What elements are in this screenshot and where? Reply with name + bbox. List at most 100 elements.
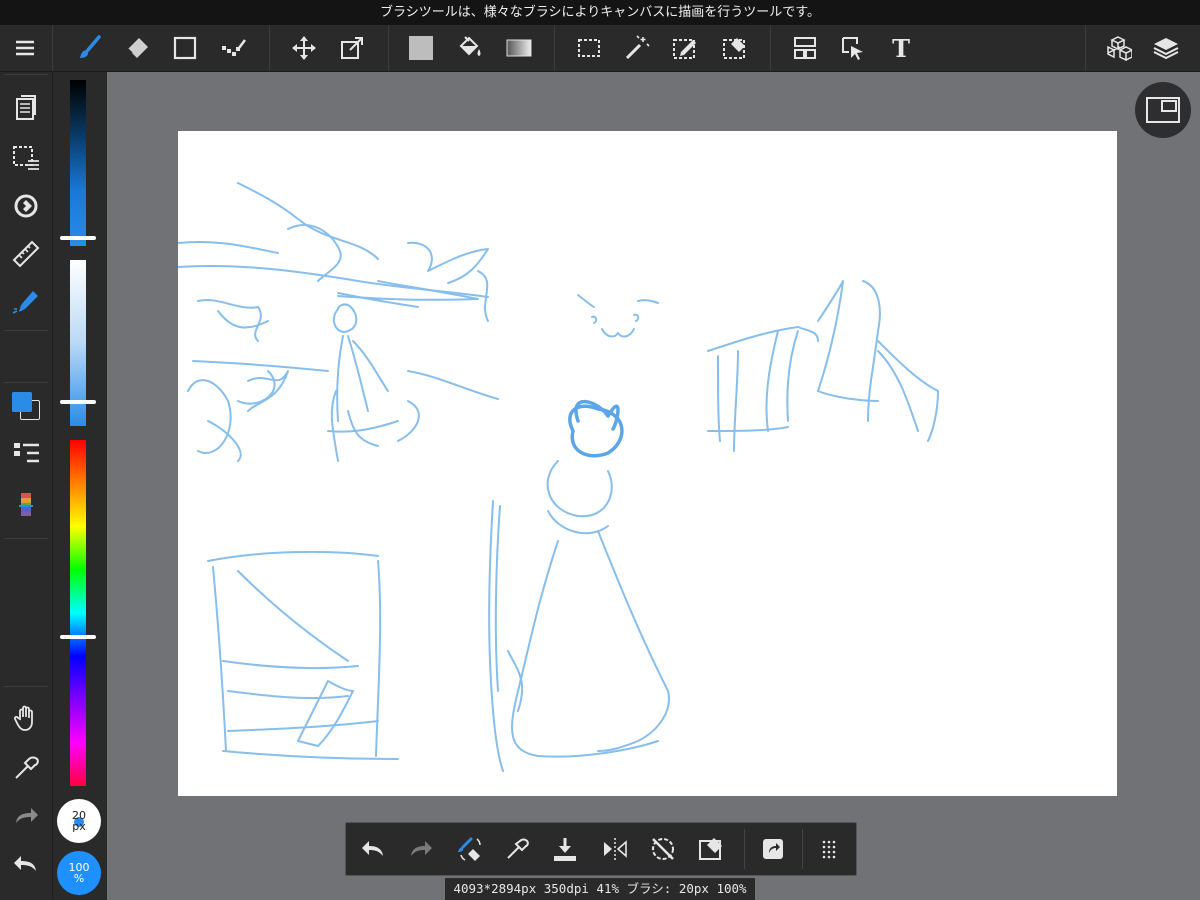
frame-divider-button[interactable] — [782, 25, 828, 71]
snap-icon — [12, 291, 38, 314]
transform-tool-button[interactable] — [329, 25, 375, 71]
quick-redo-button[interactable] — [398, 827, 444, 871]
move-tool-button[interactable] — [281, 25, 327, 71]
eyedropper-icon — [507, 838, 529, 859]
navigator-button[interactable] — [1135, 82, 1191, 138]
brightness-slider[interactable] — [70, 80, 86, 246]
dot-icon — [222, 39, 246, 56]
brush-icon — [80, 35, 101, 58]
bucket-icon — [459, 36, 481, 56]
status-bar: 4093*2894px 350dpi 41% ブラシ: 20px 100% — [445, 878, 755, 900]
hue-slider[interactable] — [70, 440, 86, 786]
3d-icon — [1107, 36, 1132, 62]
select-rect-icon — [578, 39, 600, 57]
redo-button[interactable] — [4, 794, 48, 838]
pages-icon — [16, 95, 36, 120]
frame-divider-icon — [794, 37, 816, 59]
snap-button[interactable] — [4, 280, 48, 324]
quick-save-button[interactable] — [542, 827, 588, 871]
move-icon — [292, 36, 316, 60]
grid-dots-icon — [822, 840, 836, 859]
quick-undo-button[interactable] — [350, 827, 396, 871]
bucket-tool-button[interactable] — [446, 25, 492, 71]
brush-size-label: 20 px — [72, 809, 86, 833]
drawing-canvas[interactable] — [177, 131, 1117, 796]
hue-slider-handle[interactable] — [60, 635, 96, 639]
3d-model-button[interactable] — [1095, 25, 1141, 71]
magic-wand-icon — [625, 35, 650, 60]
eyedropper-button[interactable] — [4, 746, 48, 790]
layers-icon — [1153, 38, 1179, 60]
select-pen-button[interactable] — [662, 25, 708, 71]
ruler-button[interactable] — [4, 232, 48, 276]
palette-list-icon — [14, 443, 39, 463]
layers-button[interactable] — [1143, 25, 1189, 71]
fill-color-button[interactable] — [398, 25, 444, 71]
select-eraser-icon — [723, 38, 745, 59]
brush-size-indicator[interactable]: 20 px — [57, 799, 101, 843]
undo-icon — [14, 856, 36, 871]
quick-eyedropper-button[interactable] — [494, 827, 540, 871]
color-swatch-button[interactable] — [4, 384, 48, 428]
quick-brush-eraser-toggle[interactable] — [446, 827, 492, 871]
rotate-icon — [14, 194, 38, 218]
ruler-icon — [12, 240, 40, 268]
reset-rotation-icon — [652, 838, 674, 860]
page-manager-button[interactable] — [4, 86, 48, 130]
download-icon — [554, 838, 576, 861]
color-slider-panel: 20 px 100 % — [52, 72, 107, 900]
fill-color-icon — [409, 36, 433, 60]
brush-eraser-toggle-icon — [458, 837, 481, 861]
brightness-slider-handle[interactable] — [60, 236, 96, 240]
select-rect-button[interactable] — [566, 25, 612, 71]
magic-wand-button[interactable] — [614, 25, 660, 71]
clear-layer-icon — [699, 838, 722, 860]
color-palette-button[interactable] — [4, 432, 48, 476]
rotate-canvas-button[interactable] — [4, 184, 48, 228]
quick-action-bar — [345, 822, 857, 876]
quick-bar-settings-button[interactable] — [806, 827, 852, 871]
left-sidebar — [0, 72, 52, 900]
flip-horizontal-icon — [604, 838, 627, 860]
brush-opacity-label: 100 % — [68, 861, 90, 885]
text-tool-button[interactable]: T — [878, 25, 924, 71]
rectangle-icon — [173, 36, 197, 60]
color-history-button[interactable] — [4, 482, 48, 526]
color-history-icon — [19, 493, 33, 516]
quick-clear-button[interactable] — [688, 827, 734, 871]
navigator-icon — [1146, 97, 1180, 123]
undo-icon — [362, 841, 383, 856]
brush-tool-button[interactable] — [66, 25, 112, 71]
share-icon — [763, 839, 783, 859]
redo-icon — [411, 841, 432, 856]
menu-icon — [16, 40, 34, 56]
selection-menu-button[interactable] — [4, 136, 48, 180]
quick-export-button[interactable] — [750, 827, 796, 871]
eyedropper-icon — [15, 756, 39, 779]
quick-reset-rotation-button[interactable] — [640, 827, 686, 871]
gradient-icon — [506, 39, 532, 57]
top-toolbar: T — [0, 25, 1200, 72]
gradient-tool-button[interactable] — [496, 25, 542, 71]
select-pen-icon — [673, 39, 696, 59]
hand-tool-button[interactable] — [4, 696, 48, 740]
menu-button[interactable] — [2, 25, 48, 71]
transform-icon — [341, 37, 363, 59]
operation-tool-button[interactable] — [830, 25, 876, 71]
operation-icon — [842, 37, 863, 60]
selection-menu-icon — [13, 146, 39, 170]
eraser-icon — [127, 38, 148, 58]
brush-opacity-indicator[interactable]: 100 % — [57, 851, 101, 895]
redo-icon — [16, 808, 38, 823]
sketch-drawing — [177, 182, 939, 772]
tool-tip-bar: ブラシツールは、様々なブラシによりキャンバスに描画を行うツールです。 — [0, 0, 1200, 25]
eraser-tool-button[interactable] — [114, 25, 160, 71]
quick-flip-button[interactable] — [592, 827, 638, 871]
select-eraser-button[interactable] — [712, 25, 758, 71]
text-icon: T — [892, 33, 910, 63]
shape-tool-button[interactable] — [162, 25, 208, 71]
undo-button[interactable] — [4, 842, 48, 886]
dot-tool-button[interactable] — [210, 25, 256, 71]
hand-icon — [13, 705, 33, 731]
saturation-slider-handle[interactable] — [60, 400, 96, 404]
